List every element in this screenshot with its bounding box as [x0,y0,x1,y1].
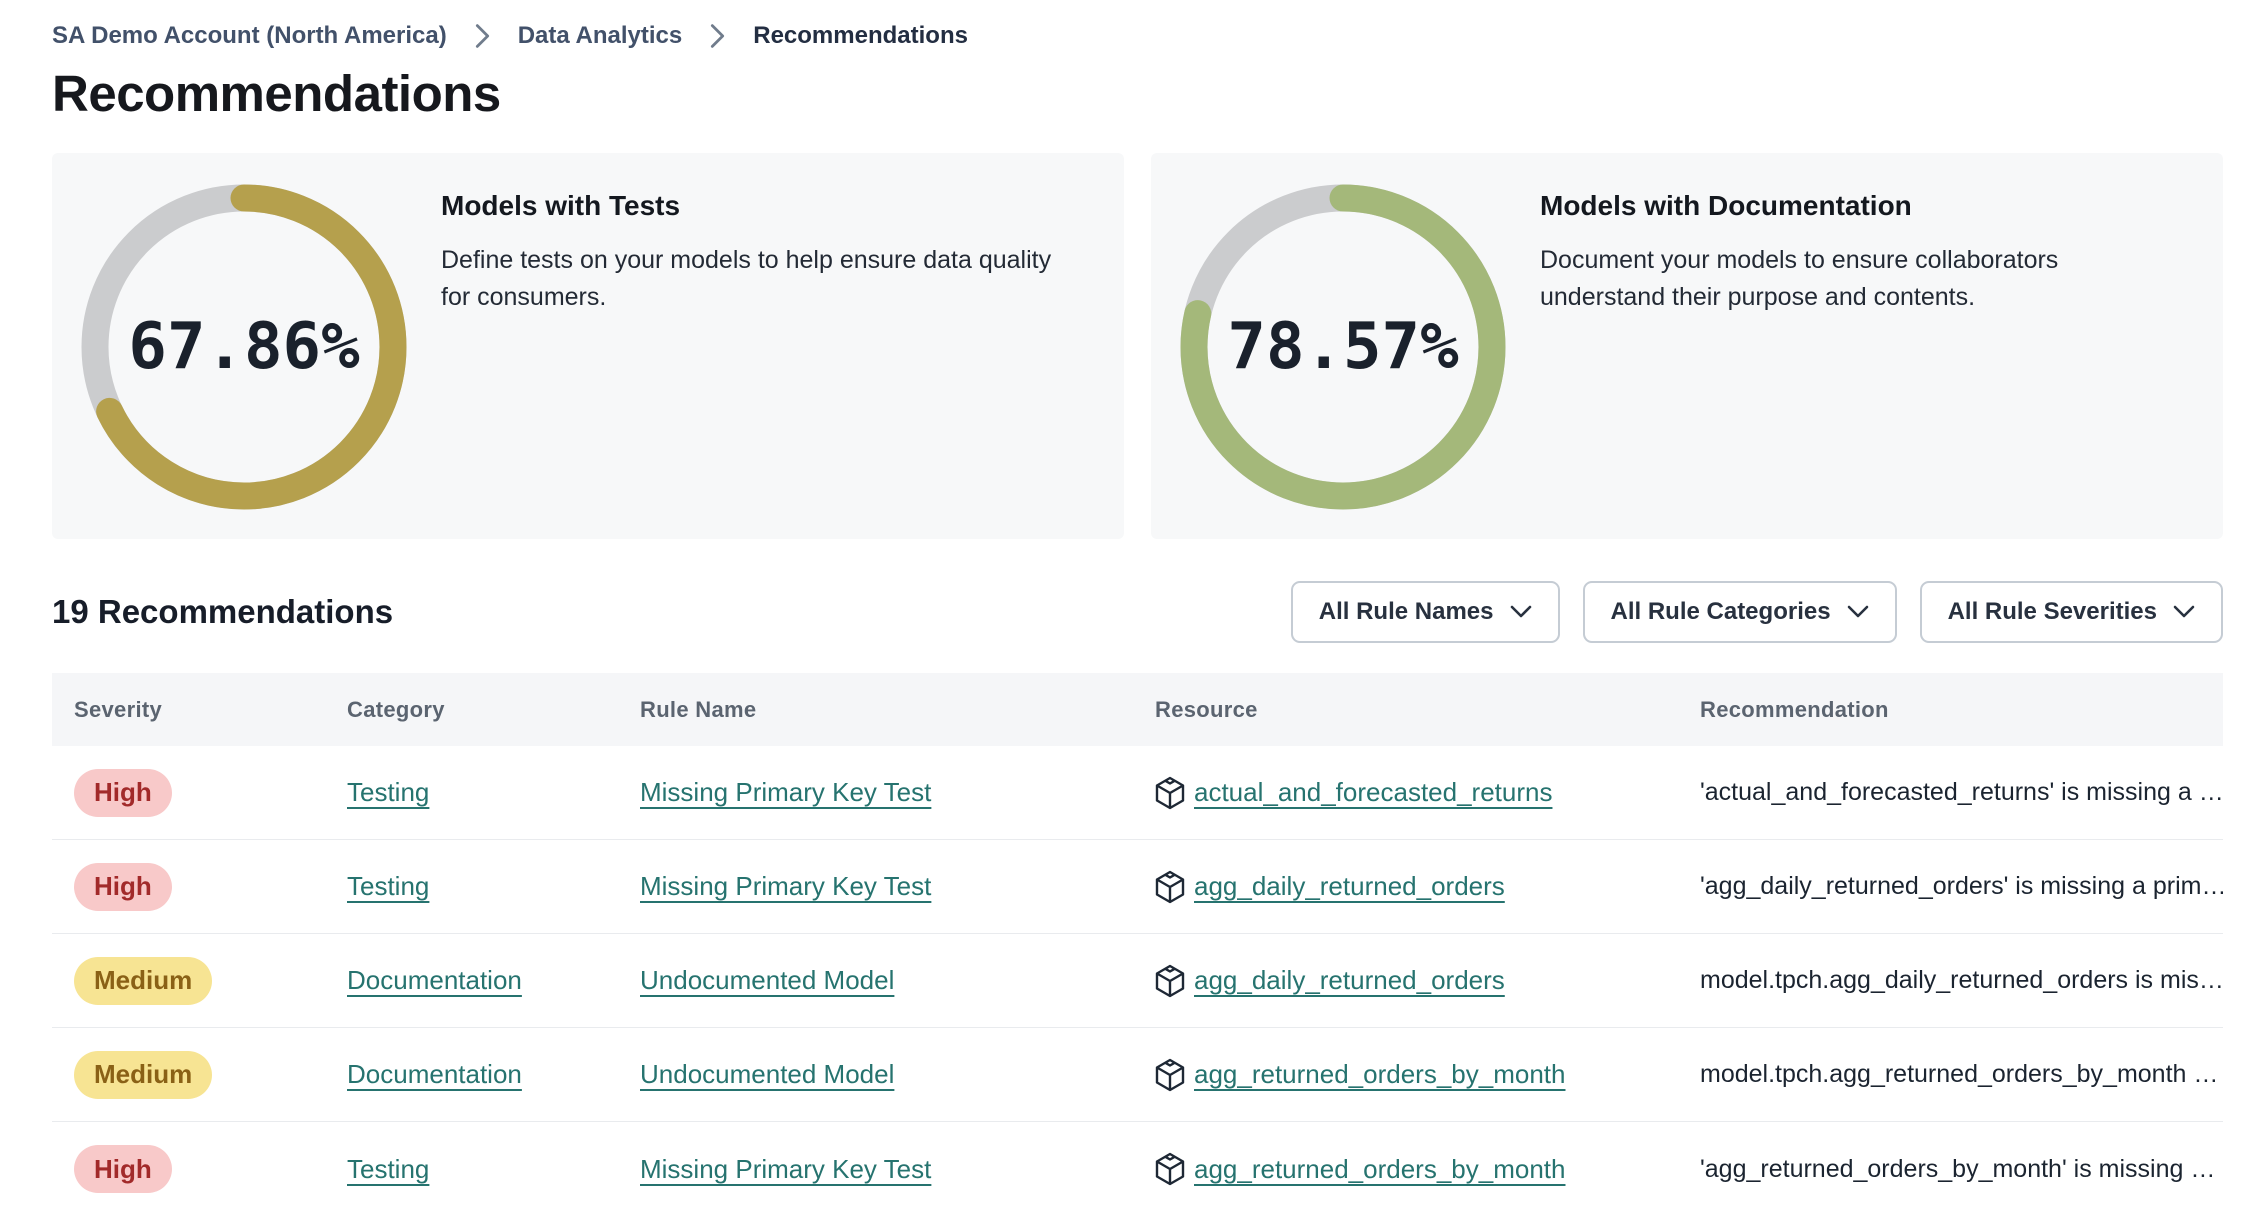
severity-badge: Medium [74,1050,213,1099]
resource-link[interactable]: agg_returned_orders_by_month [1194,1154,1565,1185]
rule-name-link[interactable]: Undocumented Model [640,965,894,995]
resource-link[interactable]: actual_and_forecasted_returns [1194,777,1552,808]
metric-cards: 67.86% Models with Tests Define tests on… [52,153,2223,539]
resource-link[interactable]: agg_daily_returned_orders [1194,871,1505,902]
recommendation-text: model.tpch.agg_returned_orders_by_month … [1700,1060,2219,1088]
model-cube-icon [1155,1152,1185,1186]
documentation-donut-chart: 78.57% [1180,184,1506,510]
column-header-resource: Resource [1155,696,1258,722]
chevron-down-icon [1847,598,1869,626]
resource-link[interactable]: agg_daily_returned_orders [1194,965,1505,996]
recommendation-text: 'agg_returned_orders_by_month' is missin… [1700,1154,2216,1183]
documentation-percent-value: 78.57% [1227,310,1459,384]
filter-label: All Rule Categories [1610,598,1831,625]
recommendations-table: Severity Category Rule Name Resource Rec… [52,673,2223,1216]
table-header-row: Severity Category Rule Name Resource Rec… [52,673,2223,746]
rule-name-link[interactable]: Missing Primary Key Test [640,777,931,807]
filter-label: All Rule Names [1318,598,1494,625]
model-cube-icon [1155,776,1185,810]
model-cube-icon [1155,964,1185,998]
table-row: Medium Documentation Undocumented Model … [52,1028,2223,1122]
model-cube-icon [1155,1058,1185,1092]
table-row: High Testing Missing Primary Key Test ag… [52,1122,2223,1216]
chevron-down-icon [1510,598,1532,626]
table-row: High Testing Missing Primary Key Test ac… [52,746,2223,840]
rule-name-link[interactable]: Missing Primary Key Test [640,1154,931,1184]
recommendation-text: model.tpch.agg_daily_returned_orders is … [1700,966,2223,994]
breadcrumb-current: Recommendations [753,22,968,49]
breadcrumb: SA Demo Account (North America) Data Ana… [52,0,2223,50]
table-row: Medium Documentation Undocumented Model … [52,934,2223,1028]
category-link[interactable]: Testing [347,777,429,807]
chevron-right-icon [710,23,725,49]
category-link[interactable]: Testing [347,871,429,901]
column-header-severity: Severity [74,696,163,722]
card-title: Models with Tests [441,190,681,221]
rule-name-link[interactable]: Missing Primary Key Test [640,871,931,901]
models-with-tests-card: 67.86% Models with Tests Define tests on… [52,153,1124,539]
table-row: High Testing Missing Primary Key Test ag… [52,840,2223,934]
model-cube-icon [1155,870,1185,904]
column-header-recommendation: Recommendation [1700,696,1889,722]
severity-badge: Medium [74,956,213,1005]
card-description: Define tests on your models to help ensu… [441,246,1052,311]
column-header-rule-name: Rule Name [640,696,757,722]
recommendations-count-heading: 19 Recommendations [52,593,394,630]
resource-link[interactable]: agg_returned_orders_by_month [1194,1059,1565,1090]
models-with-documentation-card: 78.57% Models with Documentation Documen… [1151,153,2223,539]
rule-name-link[interactable]: Undocumented Model [640,1059,894,1089]
recommendation-text: 'agg_daily_returned_orders' is missing a… [1700,872,2223,900]
recommendation-text: 'actual_and_forecasted_returns' is missi… [1700,778,2223,806]
filter-label: All Rule Severities [1947,598,2157,625]
breadcrumb-account-link[interactable]: SA Demo Account (North America) [52,22,447,50]
severity-badge: High [74,862,172,911]
card-title: Models with Documentation [1540,190,1912,221]
chevron-down-icon [2173,598,2195,626]
category-link[interactable]: Testing [347,1154,429,1184]
rule-names-filter-dropdown[interactable]: All Rule Names [1290,581,1560,643]
card-description: Document your models to ensure collabora… [1540,246,2059,311]
category-link[interactable]: Documentation [347,1059,522,1089]
tests-donut-chart: 67.86% [81,184,407,510]
rule-categories-filter-dropdown[interactable]: All Rule Categories [1582,581,1897,643]
severity-badge: High [74,768,172,817]
page-title: Recommendations [52,65,501,122]
rule-severities-filter-dropdown[interactable]: All Rule Severities [1919,581,2223,643]
filter-bar: All Rule Names All Rule Categories All R… [1290,581,2223,643]
severity-badge: High [74,1145,172,1193]
column-header-category: Category [347,696,445,722]
recommendations-page: SA Demo Account (North America) Data Ana… [0,0,2248,1220]
chevron-right-icon [475,23,490,49]
breadcrumb-project-link[interactable]: Data Analytics [518,22,683,50]
category-link[interactable]: Documentation [347,965,522,995]
tests-percent-value: 67.86% [128,310,360,384]
